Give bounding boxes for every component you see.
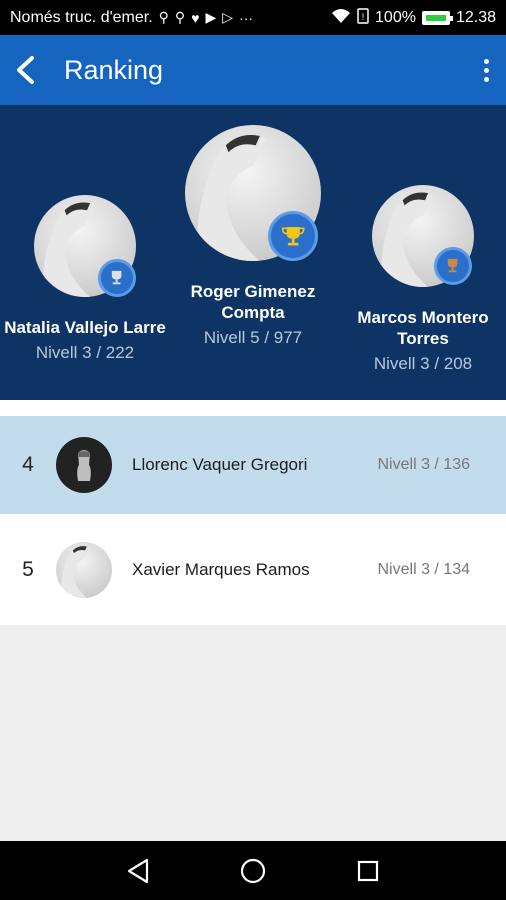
avatar xyxy=(56,437,112,493)
rank-number: 4 xyxy=(22,453,34,476)
usb-icon: ⚲ xyxy=(158,9,169,25)
list-item[interactable]: 4 Llorenc Vaquer Gregori Nivell 3 / 136 xyxy=(0,416,506,514)
podium-name: Natalia Vallejo Larre xyxy=(4,318,166,337)
podium-third[interactable]: Marcos Montero Torres Nivell 3 / 208 xyxy=(346,185,500,374)
clock: 12.38 xyxy=(455,8,496,26)
bronze-trophy-icon xyxy=(434,247,472,285)
carrier-text: Només truc. d'emer. xyxy=(10,8,153,26)
play-icon: ▷ xyxy=(222,9,234,25)
podium-score: Nivell 3 / 222 xyxy=(35,343,135,362)
user-name: Llorenc Vaquer Gregori xyxy=(132,455,308,474)
user-score: Nivell 3 / 134 xyxy=(377,560,471,578)
empty-area xyxy=(0,625,506,841)
home-circle-icon xyxy=(240,858,266,883)
nav-home-button[interactable] xyxy=(233,851,273,891)
podium-name: Marcos Montero Torres xyxy=(357,308,489,348)
nav-recents-button[interactable] xyxy=(348,851,388,891)
svg-text:!: ! xyxy=(362,12,365,22)
system-nav-bar xyxy=(0,841,506,900)
wifi-icon xyxy=(331,8,351,27)
user-score: Nivell 3 / 136 xyxy=(377,456,471,473)
podium-name: Roger Gimenez Compta xyxy=(190,282,316,322)
silver-trophy-icon xyxy=(98,259,136,297)
podium: Natalia Vallejo Larre Nivell 3 / 222 Rog… xyxy=(0,105,506,400)
health-icon: ♥ xyxy=(191,9,200,26)
list-item[interactable]: 5 Xavier Marques Ramos Nivell 3 / 134 xyxy=(0,514,506,625)
podium-first[interactable]: Roger Gimenez Compta Nivell 5 / 977 xyxy=(170,125,336,348)
avatar xyxy=(56,541,112,598)
back-button[interactable] xyxy=(0,35,50,105)
back-triangle-icon xyxy=(127,858,148,883)
play-store-icon: ▶ xyxy=(205,9,217,25)
gold-trophy-icon xyxy=(268,211,318,261)
battery-icon xyxy=(421,10,453,25)
more-icon: ··· xyxy=(239,9,254,26)
back-arrow-icon xyxy=(17,56,34,84)
podium-score: Nivell 5 / 977 xyxy=(203,328,303,347)
more-vert-icon xyxy=(483,58,489,64)
usb-icon: ⚲ xyxy=(174,9,186,25)
battery-percent: 100% xyxy=(375,8,416,26)
rank-number: 5 xyxy=(22,557,34,581)
user-name: Xavier Marques Ramos xyxy=(132,559,310,579)
nav-back-button[interactable] xyxy=(118,851,158,891)
sim-icon: ! xyxy=(357,8,369,27)
app-bar: Ranking xyxy=(0,35,506,105)
overflow-menu-button[interactable] xyxy=(474,53,498,87)
status-bar: Només truc. d'emer. ⚲ ⚲ ♥ ▶ ▷ ··· ! 100%… xyxy=(0,0,506,35)
page-title: Ranking xyxy=(64,54,164,85)
divider xyxy=(0,400,506,416)
recents-square-icon xyxy=(358,860,379,881)
podium-second[interactable]: Natalia Vallejo Larre Nivell 3 / 222 xyxy=(0,195,170,363)
podium-score: Nivell 3 / 208 xyxy=(373,354,473,373)
